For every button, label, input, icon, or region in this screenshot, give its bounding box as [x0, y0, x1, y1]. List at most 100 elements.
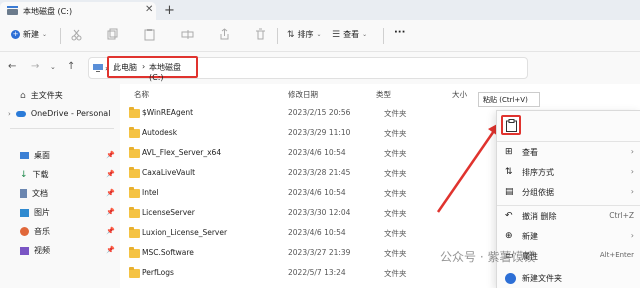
pin-icon[interactable]: 📌	[106, 170, 115, 178]
paste-tooltip: 粘贴 (Ctrl+V)	[478, 92, 540, 107]
menu-item-sort[interactable]: ⇅ 排序方式	[505, 167, 554, 178]
music-icon	[20, 227, 29, 236]
file-name: Intel	[142, 188, 159, 197]
sort-button[interactable]: ⇅ 排序 ⌄	[287, 29, 322, 40]
recent-chevron-icon[interactable]: ⌄	[50, 63, 56, 71]
folder-icon	[129, 107, 140, 118]
breadcrumb-local-disk[interactable]: 本地磁盘 (C:)	[149, 62, 196, 82]
share-icon[interactable]	[218, 28, 231, 41]
back-arrow-icon[interactable]: ←	[8, 61, 16, 72]
close-tab-icon[interactable]: ✕	[145, 4, 153, 15]
folder-icon	[129, 207, 140, 218]
menu-shortcut: Alt+Enter	[599, 251, 634, 259]
file-type: 文件夹	[384, 129, 407, 138]
sidebar-item-documents[interactable]: 文档	[20, 188, 48, 199]
file-name: LicenseServer	[142, 208, 195, 217]
sidebar-item-label: 桌面	[34, 151, 50, 160]
menu-item-view[interactable]: ⊞ 查看	[505, 147, 538, 158]
column-header-modified[interactable]: 修改日期	[288, 89, 318, 100]
file-type: 文件夹	[384, 169, 407, 178]
new-button[interactable]: + 新建 ⌄	[11, 29, 47, 40]
file-type: 文件夹	[384, 189, 407, 198]
forward-arrow-icon[interactable]: →	[31, 61, 39, 72]
column-header-type[interactable]: 类型	[376, 89, 391, 100]
file-row[interactable]: PerfLogs 2022/5/7 13:24 文件夹	[128, 264, 498, 284]
up-arrow-icon[interactable]: ↑	[67, 61, 75, 72]
tab-title: 本地磁盘 (C:)	[23, 7, 73, 16]
pin-icon[interactable]: 📌	[106, 208, 115, 216]
sidebar-item-onedrive[interactable]: › OneDrive - Personal	[8, 109, 110, 118]
sort-icon: ⇅	[505, 167, 513, 177]
menu-item-new-folder[interactable]: 新建文件夹	[505, 273, 562, 284]
file-row[interactable]: Luxion_License_Server 2023/4/6 10:54 文件夹	[128, 224, 498, 244]
submenu-chevron-icon: ›	[630, 167, 634, 176]
menu-shortcut: Ctrl+Z	[609, 211, 634, 220]
file-date: 2023/3/28 21:45	[288, 168, 351, 177]
more-options-icon[interactable]: ···	[394, 27, 405, 38]
pin-icon[interactable]: 📌	[106, 246, 115, 254]
sidebar-item-label: 文档	[32, 189, 48, 198]
chevron-down-icon: ⌄	[42, 31, 48, 38]
toolbar-divider	[60, 28, 61, 44]
menu-item-label: 查看	[522, 148, 538, 157]
file-type: 文件夹	[384, 209, 407, 218]
sidebar-item-desktop[interactable]: 桌面	[20, 150, 50, 161]
add-icon: +	[11, 30, 20, 39]
breadcrumb-separator-icon: ›	[142, 62, 146, 71]
sidebar-item-pictures[interactable]: 图片	[20, 207, 50, 218]
sidebar-divider	[10, 128, 114, 129]
submenu-chevron-icon: ›	[630, 231, 634, 240]
folder-icon	[129, 147, 140, 158]
sort-label: 排序	[297, 30, 314, 39]
menu-item-label: 新建文件夹	[522, 274, 562, 283]
delete-icon[interactable]	[254, 28, 267, 41]
view-label: 查看	[343, 30, 360, 39]
column-header-size[interactable]: 大小	[452, 89, 467, 100]
undo-icon: ↶	[505, 211, 513, 221]
breadcrumb-this-pc[interactable]: 此电脑	[113, 62, 137, 73]
sidebar-item-label: 视频	[34, 246, 50, 255]
expand-chevron-icon: ›	[8, 109, 11, 118]
sidebar-item-label: OneDrive - Personal	[30, 109, 111, 118]
file-date: 2023/2/15 20:56	[288, 108, 351, 117]
file-type: 文件夹	[384, 149, 407, 158]
drive-icon	[7, 6, 18, 15]
toolbar-divider	[277, 28, 278, 44]
pin-icon[interactable]: 📌	[106, 189, 115, 197]
tab-local-disk[interactable]: 本地磁盘 (C:) ✕	[0, 2, 156, 20]
sidebar-item-label: 主文件夹	[30, 91, 63, 100]
new-folder-icon	[505, 273, 516, 284]
sidebar-item-downloads[interactable]: ↓ 下载	[20, 169, 49, 180]
file-name: Luxion_License_Server	[142, 228, 228, 237]
paste-menu-button[interactable]	[501, 115, 521, 135]
chevron-down-icon: ⌄	[316, 31, 322, 38]
paste-icon[interactable]	[143, 28, 156, 41]
view-icon: ☰	[332, 29, 341, 40]
cut-icon[interactable]	[70, 28, 83, 41]
menu-item-group-by[interactable]: ▤ 分组依据	[505, 187, 554, 198]
desktop-icon	[20, 152, 29, 159]
rename-icon[interactable]	[181, 28, 194, 41]
toolbar-divider	[383, 28, 384, 44]
monitor-icon	[93, 64, 103, 72]
pin-icon[interactable]: 📌	[106, 151, 115, 159]
file-date: 2022/5/7 13:24	[288, 268, 346, 277]
view-button[interactable]: ☰ 查看 ⌄	[332, 29, 367, 40]
menu-item-undo-delete[interactable]: ↶ 撤消 删除	[505, 211, 557, 222]
column-header-name[interactable]: 名称	[134, 89, 149, 100]
menu-item-label: 新建	[522, 232, 538, 241]
sidebar-item-home[interactable]: ⌂ 主文件夹	[20, 90, 63, 101]
sidebar-item-videos[interactable]: 视频	[20, 245, 50, 256]
menu-item-label: 撤消 删除	[522, 212, 557, 221]
file-type: 文件夹	[384, 109, 407, 118]
menu-divider	[497, 141, 640, 142]
new-tab-button[interactable]: +	[164, 3, 175, 18]
pin-icon[interactable]: 📌	[106, 227, 115, 235]
file-name: AVL_Flex_Server_x64	[142, 148, 222, 157]
sidebar-item-music[interactable]: 音乐	[20, 226, 50, 237]
file-date: 2023/4/6 10:54	[288, 148, 346, 157]
menu-item-new[interactable]: ⊕ 新建	[505, 231, 538, 242]
copy-icon[interactable]	[106, 28, 119, 41]
file-name: MSC.Software	[142, 248, 194, 257]
folder-icon	[129, 227, 140, 238]
